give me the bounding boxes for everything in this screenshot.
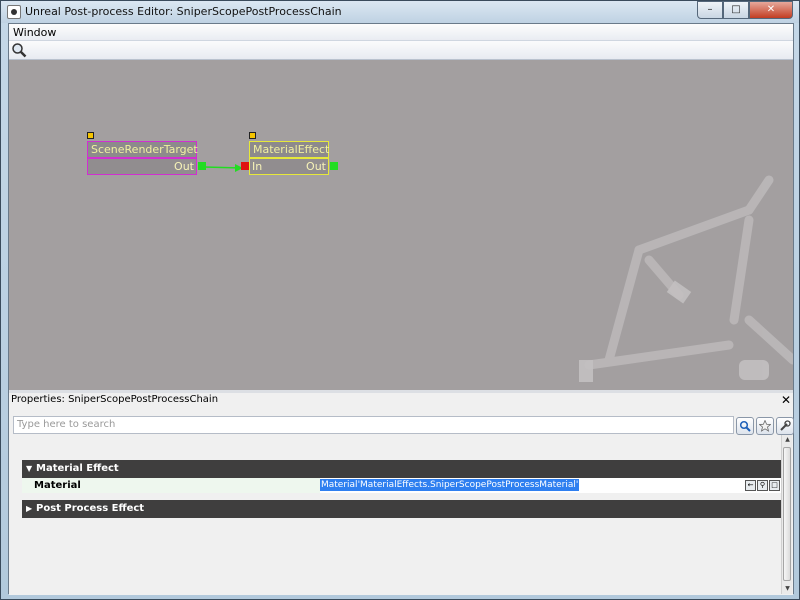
menu-bar: Window (9, 24, 793, 41)
search-button[interactable] (736, 417, 754, 435)
out-pin-label: Out (306, 160, 326, 173)
category-post-process-effect[interactable]: ▶ Post Process Effect (22, 500, 782, 518)
browse-icon[interactable]: ⚲ (757, 480, 768, 491)
node-drag-handle[interactable] (249, 132, 256, 139)
properties-scrollbar[interactable]: ▲ ▼ (781, 435, 792, 594)
close-button[interactable]: ✕ (749, 1, 793, 19)
property-value[interactable]: Material'MaterialEffects.SniperScopePost… (320, 479, 580, 491)
node-body: In Out (249, 158, 329, 175)
menu-window[interactable]: Window (13, 26, 56, 39)
in-pin[interactable] (241, 162, 249, 170)
use-selected-icon[interactable]: ← (745, 480, 756, 491)
collapsed-arrow-icon: ▶ (26, 504, 33, 513)
scroll-up-arrow[interactable]: ▲ (783, 435, 792, 445)
clear-icon[interactable]: □ (769, 480, 780, 491)
toolbar (9, 41, 793, 60)
connection-wire (203, 164, 243, 172)
properties-panel: Properties: SniperScopePostProcessChain … (9, 390, 794, 595)
category-label: Post Process Effect (36, 503, 145, 514)
in-pin-label: In (252, 160, 263, 173)
client-area: Window SceneRenderTarget Out MaterialEff… (8, 23, 794, 595)
scroll-down-arrow[interactable]: ▼ (783, 584, 792, 594)
expanded-arrow-icon: ▼ (26, 464, 33, 473)
properties-close-button[interactable]: ✕ (781, 393, 791, 407)
star-icon (758, 419, 772, 432)
favorites-button[interactable] (756, 417, 774, 435)
maximize-button[interactable]: □ (723, 1, 749, 19)
node-title: MaterialEffect (249, 141, 329, 158)
window-title: Unreal Post-process Editor: SniperScopeP… (25, 5, 342, 18)
out-pin[interactable] (330, 162, 338, 170)
title-bar[interactable]: Unreal Post-process Editor: SniperScopeP… (1, 1, 799, 23)
app-icon (7, 5, 21, 19)
scrollbar-thumb[interactable] (783, 447, 791, 581)
category-material-effect[interactable]: ▼ Material Effect (22, 460, 782, 478)
wrench-icon (780, 420, 791, 431)
settings-button[interactable] (776, 417, 794, 435)
graph-canvas[interactable]: SceneRenderTarget Out MaterialEffect In … (9, 60, 793, 390)
category-label: Material Effect (36, 463, 119, 474)
editor-window: Unreal Post-process Editor: SniperScopeP… (0, 0, 800, 600)
magnifier-icon[interactable] (11, 42, 27, 58)
property-name: Material (22, 478, 320, 493)
minimize-button[interactable]: – (697, 1, 723, 19)
property-row-material[interactable]: Material Material'MaterialEffects.Sniper… (22, 478, 782, 493)
properties-header: Properties: SniperScopePostProcessChain (11, 394, 219, 405)
search-icon (739, 420, 751, 432)
property-search-input[interactable]: Type here to search (13, 416, 734, 434)
